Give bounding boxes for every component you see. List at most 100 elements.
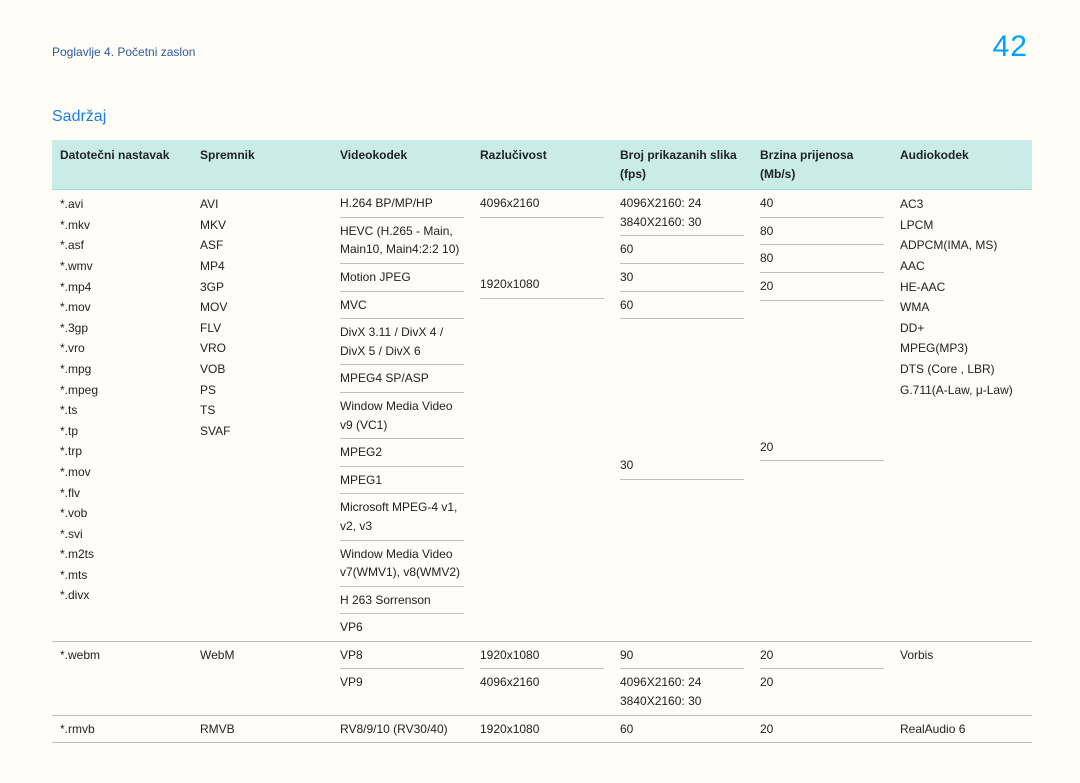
cell-value: MPEG2 [340,439,464,467]
cell-value [480,458,604,485]
cell-audio: AC3LPCMADPCM(IMA, MS)AACHE-AACWMADD+MPEG… [892,190,1032,642]
cell-value: 20 [760,669,884,696]
list-item: AVI [200,194,324,215]
cell-codec: VP8VP9 [332,641,472,715]
list-item: *.flv [60,483,184,504]
cell-res: 1920x10804096x2160 [472,641,612,715]
list-item: HE-AAC [900,277,1024,298]
col-ext: Datotečni nastavak [52,140,192,190]
cell-value: 60 [620,236,744,264]
cell-fps: 904096X2160: 243840X2160: 30 [612,641,752,715]
cell-value: 40 [760,190,884,217]
rate-inner: 2020 [760,642,884,696]
cell-value: 30 [620,452,744,479]
cell-value: 80 [760,217,884,245]
cell-value [760,354,884,381]
cell-value [480,244,604,271]
cell-ext: *.avi*.mkv*.asf*.wmv*.mp4*.mov*.3gp*.vro… [52,190,192,642]
list-item: 3GP [200,277,324,298]
cell-audio: RealAudio 6 [892,715,1032,743]
cell-ext: *.rmvb [52,715,192,743]
list-item: VRO [200,338,324,359]
cell-rate: 2020 [752,641,892,715]
cell-container: RMVB [192,715,332,743]
cell-value [620,533,744,560]
container-list: AVIMKVASFMP43GPMOVFLVVROVOBPSTSSVAF [200,194,324,441]
list-item: *.mpg [60,359,184,380]
cell-value: H.264 BP/MP/HP [340,190,464,217]
cell-value: DivX 3.11 / DivX 4 / DivX 5 / DivX 6 [340,319,464,365]
list-item: *.mpeg [60,380,184,401]
list-item: *.avi [60,194,184,215]
cell-value: 4096x2160 [480,669,604,696]
cell-rate: 40808020 20 [752,190,892,642]
cell-value [760,488,884,515]
list-item: AAC [900,256,1024,277]
list-item: *.mov [60,462,184,483]
table-header-row: Datotečni nastavak Spremnik Videokodek R… [52,140,1032,190]
list-item: SVAF [200,421,324,442]
cell-value: 4096X2160: 243840X2160: 30 [620,190,744,236]
ext-list: *.avi*.mkv*.asf*.wmv*.mp4*.mov*.3gp*.vro… [60,194,184,606]
cell-value [480,298,604,325]
cell-value: 20 [760,434,884,461]
cell-value: Window Media Video v9 (VC1) [340,392,464,438]
cell-value: 80 [760,245,884,273]
cell-value: Window Media Video v7(WMV1), v8(WMV2) [340,540,464,586]
cell-container: WebM [192,641,332,715]
cell-res: 1920x1080 [472,715,612,743]
cell-value [620,506,744,533]
col-container: Spremnik [192,140,332,190]
list-item: FLV [200,318,324,339]
rate-inner: 40808020 20 [760,190,884,541]
cell-ext: *.webm [52,641,192,715]
list-item: MOV [200,297,324,318]
res-inner: 1920x10804096x2160 [480,642,604,696]
fps-inner: 904096X2160: 243840X2160: 30 [620,642,744,715]
col-audio: Audiokodek [892,140,1032,190]
list-item: *.asf [60,235,184,256]
list-item: *.svi [60,524,184,545]
cell-value [480,378,604,405]
list-item: DD+ [900,318,1024,339]
list-item: *.mov [60,297,184,318]
list-item: *.vob [60,503,184,524]
cell-value [760,300,884,327]
list-item: *.ts [60,400,184,421]
cell-value: MPEG4 SP/ASP [340,365,464,393]
cell-value: 90 [620,642,744,669]
section-title: Sadržaj [52,108,1028,126]
cell-audio: Vorbis [892,641,1032,715]
codec-table: Datotečni nastavak Spremnik Videokodek R… [52,140,1032,743]
list-item: *.wmv [60,256,184,277]
list-item: MKV [200,215,324,236]
header-row: Poglavlje 4. Početni zaslon 42 [52,30,1028,64]
cell-rate: 20 [752,715,892,743]
codec-inner: VP8VP9 [340,642,464,696]
cell-value: 1920x1080 [480,642,604,669]
page-number: 42 [993,30,1028,64]
list-item: TS [200,400,324,421]
cell-value [480,511,604,538]
list-item: WMA [900,297,1024,318]
list-item: *.mkv [60,215,184,236]
cell-value [480,485,604,512]
list-item: VOB [200,359,324,380]
cell-value: VP8 [340,642,464,669]
cell-codec: RV8/9/10 (RV30/40) [332,715,472,743]
list-item: *.vro [60,338,184,359]
list-item: MPEG(MP3) [900,338,1024,359]
list-item: PS [200,380,324,401]
col-res: Razlučivost [472,140,612,190]
cell-value [620,346,744,373]
cell-value [760,407,884,434]
cell-fps: 4096X2160: 243840X2160: 30603060 30 [612,190,752,642]
cell-value: 30 [620,263,744,291]
col-rate: Brzina prijenosa (Mb/s) [752,140,892,190]
cell-value: Microsoft MPEG-4 v1, v2, v3 [340,494,464,540]
list-item: *.m2ts [60,544,184,565]
cell-value: H 263 Sorrenson [340,586,464,614]
cell-value: Motion JPEG [340,263,464,291]
list-item: AC3 [900,194,1024,215]
cell-value [480,352,604,379]
